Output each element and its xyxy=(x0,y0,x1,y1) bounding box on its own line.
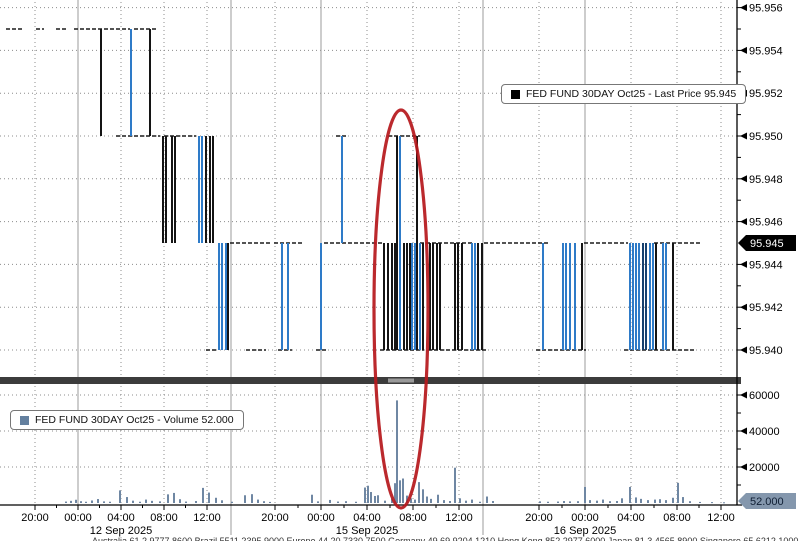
svg-text:04:00: 04:00 xyxy=(107,512,135,524)
svg-text:52.000: 52.000 xyxy=(750,496,784,508)
svg-text:12:00: 12:00 xyxy=(707,512,735,524)
svg-text:95.944: 95.944 xyxy=(749,259,783,271)
volume-legend: FED FUND 30DAY Oct25 - Volume 52.000 xyxy=(10,410,244,430)
svg-text:95.940: 95.940 xyxy=(749,345,783,357)
svg-text:95.950: 95.950 xyxy=(749,131,783,143)
chart-canvas[interactable]: 95.956 95.954 95.952 95.950 95.948 95.946 95.9… xyxy=(0,0,800,541)
bloomberg-chart-window: 95.956 95.954 95.952 95.950 95.948 95.946 95.9… xyxy=(0,0,800,541)
svg-text:95.952: 95.952 xyxy=(749,88,783,100)
svg-text:60000: 60000 xyxy=(749,390,780,402)
svg-text:08:00: 08:00 xyxy=(150,512,178,524)
svg-text:00:00: 00:00 xyxy=(571,512,599,524)
svg-text:95.954: 95.954 xyxy=(749,45,783,57)
svg-text:20:00: 20:00 xyxy=(261,512,289,524)
price-series-swatch-icon xyxy=(511,90,520,99)
svg-text:20:00: 20:00 xyxy=(525,512,553,524)
price-legend: FED FUND 30DAY Oct25 - Last Price 95.945 xyxy=(501,84,746,104)
svg-text:40000: 40000 xyxy=(749,426,780,438)
svg-text:00:00: 00:00 xyxy=(307,512,335,524)
svg-text:12:00: 12:00 xyxy=(193,512,221,524)
svg-text:95.946: 95.946 xyxy=(749,217,783,229)
bloomberg-footer-clipped: Australia 61 2 9777 8600 Brazil 5511 239… xyxy=(92,536,800,541)
svg-text:20:00: 20:00 xyxy=(21,512,49,524)
svg-text:95.942: 95.942 xyxy=(749,302,783,314)
svg-text:04:00: 04:00 xyxy=(617,512,645,524)
svg-text:04:00: 04:00 xyxy=(353,512,381,524)
svg-text:12:00: 12:00 xyxy=(445,512,473,524)
svg-text:95.945: 95.945 xyxy=(750,238,784,250)
svg-text:95.956: 95.956 xyxy=(749,3,783,15)
svg-text:08:00: 08:00 xyxy=(663,512,691,524)
volume-series-swatch-icon xyxy=(20,416,29,425)
svg-text:08:00: 08:00 xyxy=(399,512,427,524)
price-legend-label: FED FUND 30DAY Oct25 - Last Price 95.945 xyxy=(526,88,736,100)
volume-legend-label: FED FUND 30DAY Oct25 - Volume 52.000 xyxy=(35,414,234,426)
svg-text:20000: 20000 xyxy=(749,462,780,474)
svg-text:00:00: 00:00 xyxy=(64,512,92,524)
svg-text:95.948: 95.948 xyxy=(749,174,783,186)
